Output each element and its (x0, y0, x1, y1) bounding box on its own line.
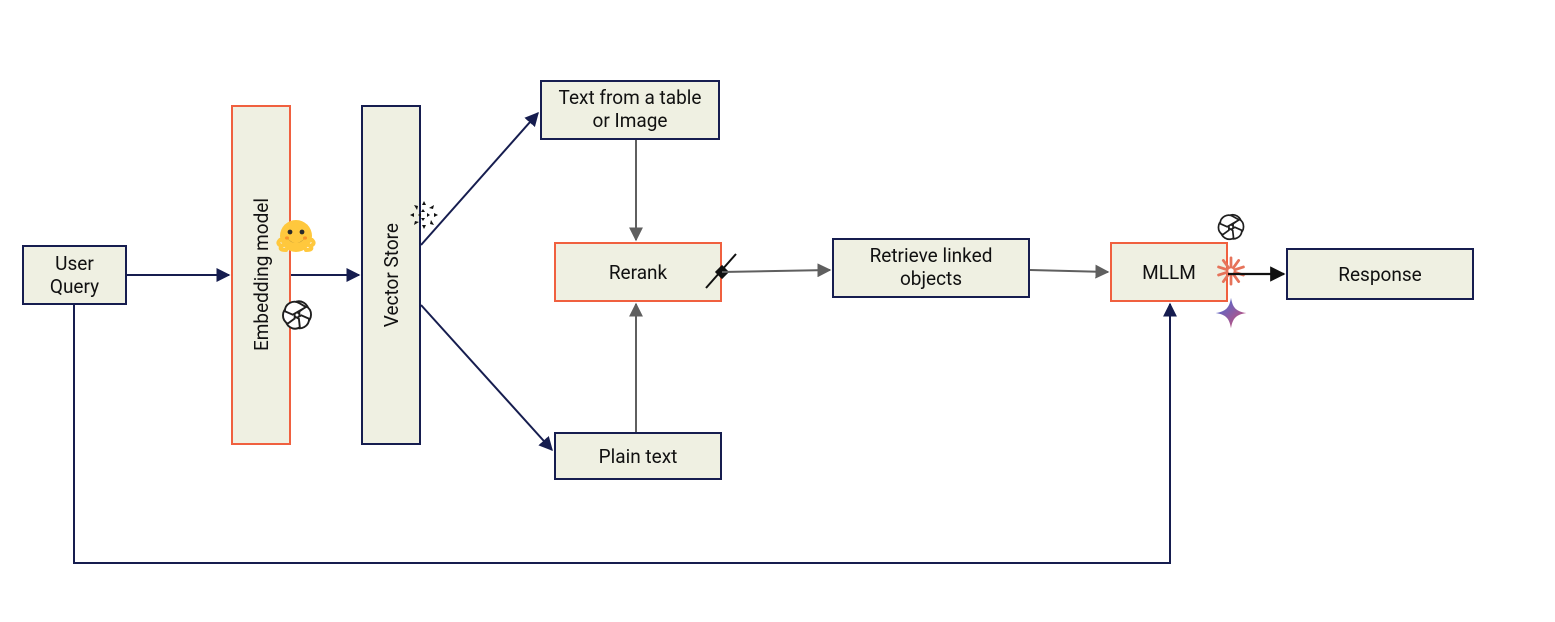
arrow-vectorstore-plaintext (421, 305, 552, 450)
vector-store-label: Vector Store (380, 223, 403, 327)
openai-icon (1214, 210, 1248, 244)
claude-icon (1214, 254, 1248, 288)
plain-text-label: Plain text (599, 445, 678, 468)
text-from-label: Text from a table or Image (548, 87, 712, 133)
node-response: Response (1286, 248, 1474, 300)
gemini-icon (1214, 296, 1248, 330)
node-mllm: MLLM (1110, 242, 1228, 302)
node-plain-text: Plain text (554, 432, 722, 480)
node-rerank: Rerank (554, 242, 722, 302)
node-vector-store: Vector Store (361, 105, 421, 445)
embedding-model-label: Embedding model (250, 198, 273, 351)
response-label: Response (1338, 263, 1421, 286)
retrieve-linked-label: Retrieve linked objects (840, 245, 1022, 291)
openai-icon (278, 296, 316, 334)
node-embedding-model: Embedding model (231, 105, 291, 445)
user-query-label: User Query (30, 252, 119, 298)
snowflake-icon (404, 195, 444, 235)
diagram-canvas: User Query Embedding model Vector Store … (0, 0, 1555, 622)
node-retrieve-linked: Retrieve linked objects (832, 238, 1030, 298)
rerank-label: Rerank (609, 261, 667, 284)
cohere-icon (700, 250, 742, 292)
arrow-retrieve-mllm (1030, 270, 1108, 272)
mllm-label: MLLM (1142, 261, 1196, 284)
node-user-query: User Query (22, 245, 127, 305)
node-text-from-table: Text from a table or Image (540, 80, 720, 140)
hugging-face-icon (276, 216, 316, 256)
